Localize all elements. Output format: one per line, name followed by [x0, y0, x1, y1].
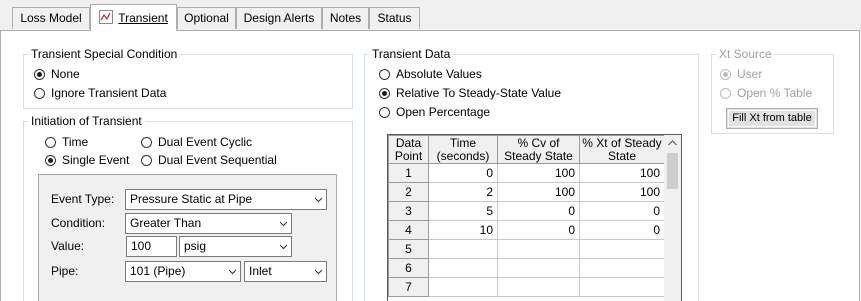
table-cell[interactable] — [428, 258, 498, 278]
row-point-cell: 3 — [388, 201, 429, 221]
tab-notes[interactable]: Notes — [322, 7, 369, 29]
radio-ignore-transient[interactable]: Ignore Transient Data — [34, 85, 166, 101]
header-xt: % Xt of Steady State — [579, 135, 665, 164]
pipe-location-select[interactable]: Inlet — [244, 261, 327, 282]
special-condition-title: Transient Special Condition — [28, 47, 181, 61]
table-cell[interactable] — [428, 239, 498, 259]
table-row[interactable]: 4 10 0 0 — [388, 220, 665, 240]
radio-xt-open-table[interactable]: Open % Table — [720, 85, 812, 101]
table-row[interactable]: 3500 — [388, 201, 665, 221]
row-point-cell: 5 — [388, 239, 429, 259]
radio-relative-steady-state[interactable]: Relative To Steady-State Value — [379, 85, 561, 101]
row-point-cell: 2 — [388, 182, 429, 202]
table-cell[interactable]: 2 — [428, 182, 498, 202]
header-time: Time (seconds) — [428, 135, 498, 164]
scroll-up-icon[interactable] — [668, 140, 677, 146]
table-header-row: Data Point Time (seconds) % Cv of Steady… — [388, 135, 665, 164]
tab-status[interactable]: Status — [369, 7, 420, 29]
radio-indicator — [34, 88, 45, 99]
chevron-down-icon — [229, 269, 236, 275]
table-cell[interactable] — [579, 239, 665, 259]
event-type-label: Event Type: — [51, 192, 115, 206]
table-row[interactable]: 7 — [388, 277, 665, 297]
radio-time[interactable]: Time — [45, 134, 88, 150]
radio-absolute-values[interactable]: Absolute Values — [379, 66, 482, 82]
table-cell[interactable]: 0 — [497, 220, 580, 240]
transient-chart-icon — [99, 10, 114, 24]
header-cv: % Cv of Steady State — [497, 135, 580, 164]
radio-indicator — [720, 88, 731, 99]
chevron-down-icon — [280, 244, 287, 250]
xt-source-title: Xt Source — [716, 47, 775, 61]
row-point-cell: 7 — [388, 277, 429, 297]
pipe-label: Pipe: — [51, 264, 79, 278]
radio-open-percentage[interactable]: Open Percentage — [379, 104, 490, 120]
value-unit-select[interactable]: psig — [179, 236, 292, 257]
table-cell[interactable] — [497, 258, 580, 278]
condition-select[interactable]: Greater Than — [125, 213, 292, 234]
table-row[interactable]: 5 — [388, 239, 665, 259]
initiation-title: Initiation of Transient — [28, 114, 145, 128]
tab-optional[interactable]: Optional — [177, 7, 236, 29]
table-cell[interactable]: 0 — [579, 201, 665, 221]
row-point-cell: 1 — [388, 163, 429, 183]
radio-single-event[interactable]: Single Event — [45, 152, 129, 168]
table-cell[interactable]: 100 — [579, 163, 665, 183]
radio-indicator — [45, 137, 56, 148]
table-cell[interactable] — [579, 258, 665, 278]
radio-indicator — [34, 69, 45, 80]
chevron-down-icon — [315, 197, 322, 203]
radio-indicator — [141, 137, 152, 148]
radio-indicator — [720, 69, 731, 80]
table-cell[interactable]: 0 — [497, 201, 580, 221]
radio-dual-event-cyclic[interactable]: Dual Event Cyclic — [141, 134, 252, 150]
table-cell[interactable] — [579, 277, 665, 297]
table-cell[interactable]: 10 — [428, 220, 498, 240]
table-row[interactable]: 2 2 100 100 — [388, 182, 665, 202]
chevron-down-icon — [280, 221, 287, 227]
table-cell[interactable] — [497, 239, 580, 259]
table-cell[interactable] — [497, 277, 580, 297]
condition-label: Condition: — [51, 216, 106, 230]
radio-indicator — [379, 69, 390, 80]
radio-dual-event-sequential[interactable]: Dual Event Sequential — [141, 152, 277, 168]
event-type-select[interactable]: Pressure Static at Pipe — [125, 189, 327, 210]
table-cell[interactable]: 100 — [497, 182, 580, 202]
table-row[interactable]: 1 0 100 100 — [388, 163, 665, 183]
table-cell[interactable]: 100 — [579, 182, 665, 202]
radio-xt-user[interactable]: User — [720, 66, 762, 82]
table-scrollbar[interactable] — [664, 135, 681, 301]
transient-data-table[interactable]: Data Point Time (seconds) % Cv of Steady… — [387, 134, 682, 301]
row-point-cell: 4 — [388, 220, 429, 240]
fill-xt-button[interactable]: Fill Xt from table — [726, 108, 818, 129]
radio-indicator — [141, 155, 152, 166]
scrollbar-thumb[interactable] — [667, 153, 678, 189]
value-input[interactable]: 100 — [126, 236, 177, 257]
table-cell[interactable]: 0 — [428, 163, 498, 183]
table-cell[interactable] — [428, 277, 498, 297]
tab-loss-model[interactable]: Loss Model — [12, 7, 90, 29]
tab-design-alerts[interactable]: Design Alerts — [236, 7, 322, 29]
table-cell[interactable]: 0 — [579, 220, 665, 240]
radio-indicator — [45, 155, 56, 166]
table-row[interactable]: 6 — [388, 258, 665, 278]
tab-strip: Loss Model Transient Optional Design Ale… — [0, 0, 861, 31]
transient-data-title: Transient Data — [369, 47, 454, 61]
table-cell[interactable]: 100 — [497, 163, 580, 183]
value-label: Value: — [51, 239, 85, 253]
pipe-select[interactable]: 101 (Pipe) — [125, 261, 241, 282]
table-cell[interactable]: 5 — [428, 201, 498, 221]
radio-indicator — [379, 88, 390, 99]
header-data-point: Data Point — [388, 135, 429, 164]
radio-none[interactable]: None — [34, 66, 80, 82]
radio-indicator — [379, 107, 390, 118]
chevron-down-icon — [315, 269, 322, 275]
tab-transient[interactable]: Transient — [90, 4, 177, 31]
row-point-cell: 6 — [388, 258, 429, 278]
